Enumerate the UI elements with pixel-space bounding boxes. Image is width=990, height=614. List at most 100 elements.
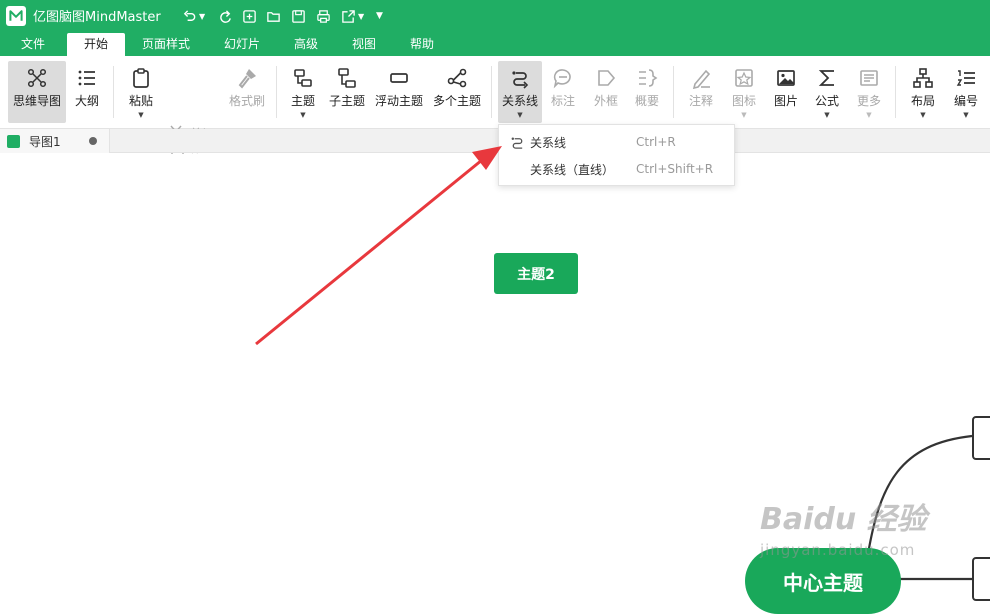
topic-button[interactable]: 主题 ▼ xyxy=(287,61,319,123)
icon-dropdown-icon: ▼ xyxy=(741,111,747,119)
undo-dropdown-icon: ▼ xyxy=(199,11,206,21)
save-button[interactable] xyxy=(291,6,306,26)
summary-label: 概要 xyxy=(634,94,659,108)
watermark-line2: jingyan.baidu.com xyxy=(760,541,916,559)
subtopic-node[interactable] xyxy=(972,416,990,460)
note-button[interactable]: 注释 xyxy=(684,61,718,123)
callout-icon xyxy=(553,69,571,89)
paste-label: 粘贴 xyxy=(128,94,153,108)
outline-icon xyxy=(78,70,95,86)
mindmap-view-button[interactable]: 思维导图 xyxy=(8,61,66,123)
floating-topic-node[interactable]: 主题2 xyxy=(494,253,578,294)
tab-file[interactable]: 文件 xyxy=(8,33,58,56)
icon-icon xyxy=(735,69,753,87)
icon-button[interactable]: 图标 ▼ xyxy=(727,61,761,123)
numbering-icon xyxy=(956,70,975,86)
multiple-topics-icon xyxy=(447,68,467,88)
folder-icon xyxy=(267,11,280,22)
multiple-topics-button[interactable]: 多个主题 xyxy=(432,61,482,123)
callout-label: 标注 xyxy=(550,94,575,108)
tab-page-style[interactable]: 页面样式 xyxy=(134,33,198,56)
note-icon xyxy=(692,69,711,89)
format-painter-label: 格式刷 xyxy=(228,94,265,108)
new-button[interactable] xyxy=(242,6,257,26)
subtopic-node[interactable] xyxy=(972,557,990,601)
ribbon-separator xyxy=(276,66,277,118)
relationship-button[interactable]: 关系线 ▼ xyxy=(498,61,542,123)
ribbon-toolbar: 思维导图 大纲 粘贴 ▼ 剪切 拷贝 格式刷 主题 ▼ xyxy=(0,56,990,167)
layout-label: 布局 xyxy=(910,94,935,108)
customize-dropdown-icon: ▼ xyxy=(376,11,383,21)
note-label: 注释 xyxy=(688,94,713,108)
undo-button[interactable]: ▼ xyxy=(182,6,205,26)
watermark-line1: Baidu 经验 xyxy=(760,502,927,537)
menu-item-relationship-straight[interactable]: 关系线（直线） Ctrl+Shift+R xyxy=(499,156,736,182)
layout-button[interactable]: 布局 ▼ xyxy=(907,61,939,123)
boundary-icon xyxy=(598,70,616,86)
document-file-icon xyxy=(7,134,20,148)
numbering-button[interactable]: 编号 ▼ xyxy=(950,61,982,123)
more-dropdown-icon: ▼ xyxy=(866,111,872,119)
title-bar: 亿图脑图MindMaster ▼ ▼ ▼ xyxy=(0,0,990,31)
picture-button[interactable]: 图片 xyxy=(770,61,802,123)
paste-dropdown-icon: ▼ xyxy=(138,111,144,119)
undo-icon xyxy=(183,9,196,21)
tab-home[interactable]: 开始 xyxy=(67,33,125,56)
new-file-icon xyxy=(243,9,256,23)
format-painter-icon xyxy=(238,69,256,89)
floating-topic-label: 浮动主题 xyxy=(374,94,423,108)
outline-view-button[interactable]: 大纲 xyxy=(70,61,104,123)
redo-icon xyxy=(220,9,231,23)
app-title: 亿图脑图MindMaster xyxy=(33,10,161,25)
topic-icon xyxy=(294,69,312,87)
watermark: Baidu 经验 jingyan.baidu.com xyxy=(760,505,940,565)
relationship-icon xyxy=(512,71,529,89)
menu-item-label: 关系线（直线） xyxy=(530,162,615,177)
export-button[interactable]: ▼ xyxy=(341,6,364,26)
more-button[interactable]: 更多 ▼ xyxy=(853,61,885,123)
boundary-button[interactable]: 外框 xyxy=(589,61,623,123)
paste-icon xyxy=(133,68,149,88)
summary-button[interactable]: 概要 xyxy=(630,61,664,123)
ribbon-separator xyxy=(673,66,674,118)
subtopic-button[interactable]: 子主题 xyxy=(328,61,366,123)
ribbon-separator xyxy=(895,66,896,118)
customize-quick-access-button[interactable]: ▼ xyxy=(374,6,383,26)
outline-view-label: 大纲 xyxy=(74,94,99,108)
formula-button[interactable]: 公式 ▼ xyxy=(811,61,843,123)
open-button[interactable] xyxy=(266,6,281,26)
callout-button[interactable]: 标注 xyxy=(546,61,580,123)
menu-item-shortcut: Ctrl+Shift+R xyxy=(636,162,714,176)
tab-slides[interactable]: 幻灯片 xyxy=(211,33,273,56)
tab-advanced[interactable]: 高级 xyxy=(282,33,330,56)
mindmap-view-label: 思维导图 xyxy=(12,94,61,108)
document-tab-label: 导图1 xyxy=(29,134,61,149)
floating-topic-icon xyxy=(390,73,408,83)
redo-button[interactable] xyxy=(218,6,233,26)
formula-dropdown-icon: ▼ xyxy=(824,111,830,119)
picture-label: 图片 xyxy=(773,94,798,108)
subtopic-icon xyxy=(338,68,356,88)
layout-icon xyxy=(913,68,933,88)
print-button[interactable] xyxy=(316,6,331,26)
app-window: 亿图脑图MindMaster ▼ ▼ ▼ 文件 开始 页面样式 幻灯片 高级 视… xyxy=(0,0,990,614)
tab-help[interactable]: 帮助 xyxy=(398,33,446,56)
paste-button[interactable]: 粘贴 ▼ xyxy=(124,61,158,123)
topic-dropdown-icon: ▼ xyxy=(300,111,306,119)
icon-label: 图标 xyxy=(731,94,756,108)
document-tab[interactable]: 导图1 xyxy=(0,129,110,153)
ribbon-separator xyxy=(491,66,492,118)
relationship-dropdown-menu: 关系线 Ctrl+R 关系线（直线） Ctrl+Shift+R xyxy=(498,124,735,186)
subtopic-label: 子主题 xyxy=(328,94,365,108)
format-painter-button[interactable]: 格式刷 xyxy=(226,61,268,123)
numbering-dropdown-icon: ▼ xyxy=(963,111,969,119)
menu-item-relationship-curve[interactable]: 关系线 Ctrl+R xyxy=(499,129,736,155)
menu-item-label: 关系线 xyxy=(530,135,567,150)
boundary-label: 外框 xyxy=(593,94,618,108)
tab-view[interactable]: 视图 xyxy=(340,33,388,56)
formula-label: 公式 xyxy=(814,94,839,108)
layout-dropdown-icon: ▼ xyxy=(920,111,926,119)
floating-topic-button[interactable]: 浮动主题 xyxy=(374,61,424,123)
app-logo-icon xyxy=(6,5,26,26)
export-icon xyxy=(342,9,355,23)
